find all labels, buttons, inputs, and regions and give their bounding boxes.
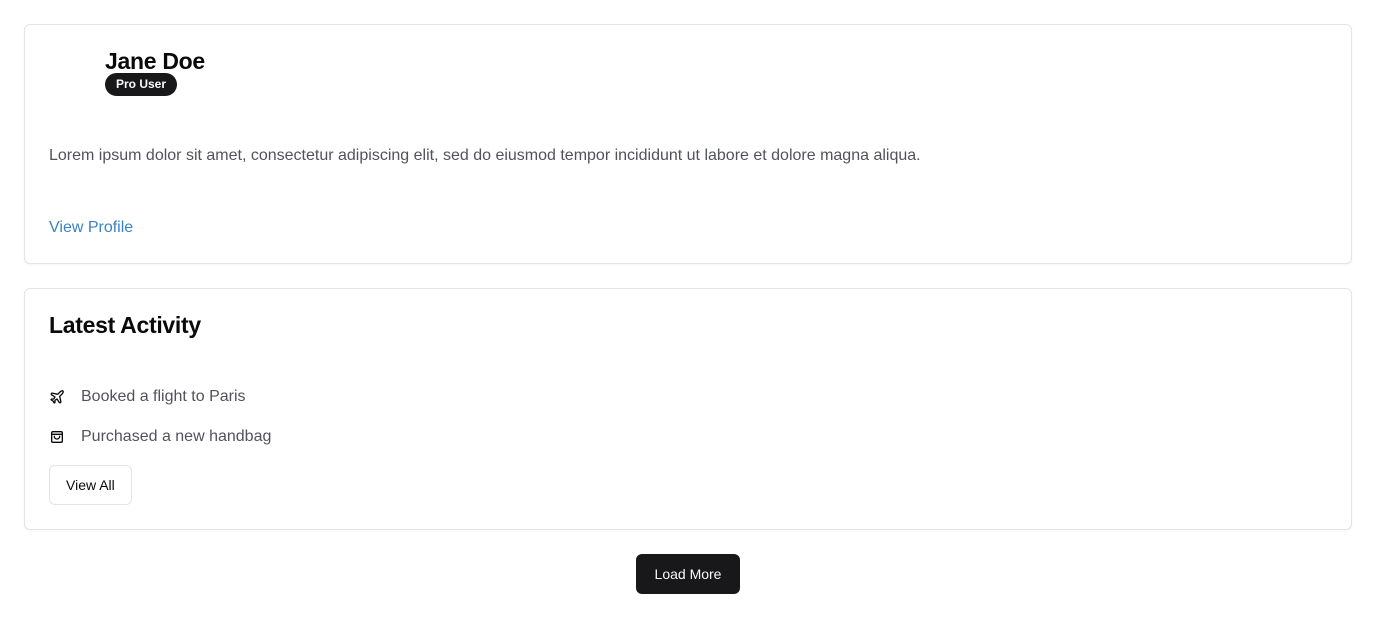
activity-item-flight: Booked a flight to Paris bbox=[49, 386, 246, 408]
load-more-button[interactable]: Load More bbox=[636, 554, 740, 594]
profile-card: Jane Doe Pro User Lorem ipsum dolor sit … bbox=[24, 24, 1352, 264]
activity-item-handbag: Purchased a new handbag bbox=[49, 426, 271, 448]
plane-icon bbox=[49, 389, 65, 405]
pro-user-badge: Pro User bbox=[105, 73, 178, 96]
activity-title: Latest Activity bbox=[49, 312, 201, 338]
user-name: Jane Doe bbox=[105, 48, 205, 74]
view-profile-link[interactable]: View Profile bbox=[49, 217, 133, 239]
activity-item-text: Purchased a new handbag bbox=[81, 428, 272, 445]
activity-card: Latest Activity Booked a flight to Paris… bbox=[24, 288, 1352, 530]
view-all-button[interactable]: View All bbox=[49, 465, 132, 505]
activity-item-text: Booked a flight to Paris bbox=[81, 388, 246, 405]
avatar bbox=[49, 47, 105, 103]
profile-bio: Lorem ipsum dolor sit amet, consectetur … bbox=[49, 147, 921, 164]
shopping-bag-icon bbox=[49, 429, 65, 445]
